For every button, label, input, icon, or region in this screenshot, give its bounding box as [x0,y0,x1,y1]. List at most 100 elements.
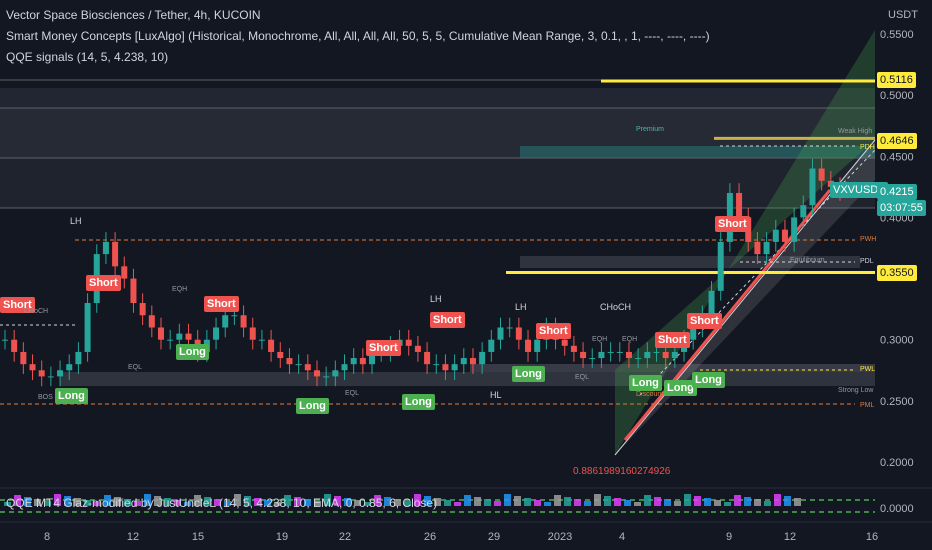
long-signal: Long [692,372,725,388]
lh-label: LH [70,216,82,226]
oscillator-legend[interactable]: QQE MT4 Glaz-modified by JustUncleL (14,… [6,496,437,510]
x-tick-label: 29 [488,531,500,543]
candle-body [295,364,302,366]
candle-body [460,358,467,365]
candle-body [497,327,504,340]
candle-body [635,358,642,360]
candle-body [818,168,825,181]
candle-body [249,327,256,340]
osc-histogram-bar [744,497,751,506]
candle-body [213,327,220,340]
candle-body [433,364,440,366]
osc-histogram-bar [724,502,731,506]
osc-histogram-bar [514,496,521,506]
candle-body [47,376,54,378]
osc-histogram-bar [734,495,741,506]
price-tag-high: 0.5116 [877,72,916,88]
candle-body [506,327,513,329]
candle-body [690,327,697,340]
osc-histogram-bar [454,502,461,506]
y-tick-label: 0.5500 [880,29,914,41]
smc-indicator-legend[interactable]: Smart Money Concepts [LuxAlgo] (Historic… [6,29,710,43]
osc-histogram-bar [534,500,541,506]
candle-body [515,327,522,340]
candle-body [84,303,91,352]
long-signal: Long [176,344,209,360]
price-chart[interactable]: 0.55000.50000.45000.40000.30000.25000.20… [0,0,932,550]
candle-body [57,370,64,377]
candle-body [11,339,18,352]
x-tick-label: 16 [866,531,878,543]
chart-title: Vector Space Biosciences / Tether, 4h, K… [6,8,261,22]
price-tag-mid: 0.4646 [877,133,917,149]
osc-histogram-bar [564,497,571,506]
osc-histogram-bar [584,501,591,506]
osc-histogram-bar [694,496,701,506]
candle-body [240,315,247,328]
osc-histogram-bar [614,498,621,506]
osc-histogram-bar [654,497,661,506]
candle-body [112,241,119,267]
candle-body [167,339,174,341]
short-signal: Short [430,312,465,328]
candle-body [561,339,568,346]
candle-body [525,339,532,352]
candle-body [598,351,605,359]
candle-body [488,339,495,352]
x-tick-label: 19 [276,531,288,543]
pwh-label: PWH [860,236,877,243]
pdh-label: PDH [860,144,875,151]
lh-label: LH [430,294,442,304]
pwl-label: PWL [860,366,876,373]
eql-label: EQL [128,364,143,371]
candle-body [222,315,229,328]
resistance-zone [0,158,875,208]
candle-body [258,339,265,341]
long-signal: Long [402,394,435,410]
candle-body [791,217,798,242]
candle-body [185,333,192,340]
osc-histogram-bar [574,499,581,506]
fib-value-label: 0.8861989160274926 [573,466,671,477]
osc-histogram-bar [554,495,561,506]
osc-histogram-bar [464,495,471,506]
candle-body [20,351,27,365]
candle-body [451,364,458,371]
short-signal: Short [536,323,571,339]
candle-body [442,364,449,371]
candle-body [809,168,816,206]
osc-histogram-bar [644,495,651,506]
eql-label: EQL [345,390,360,397]
choch-label: CHoCH [600,302,632,312]
candle-body [717,241,724,291]
short-signal: Short [204,296,239,312]
candle-body [38,370,45,377]
candle-body [304,364,311,371]
candle-body [231,315,238,317]
x-tick-label: 4 [619,531,625,543]
osc-histogram-bar [714,500,721,506]
candle-body [268,339,275,352]
osc-histogram-bar [604,496,611,506]
osc-histogram-bar [494,501,501,506]
bos-label: BOS [38,394,53,401]
candle-body [121,266,128,279]
qqe-indicator-legend[interactable]: QQE signals (14, 5, 4.238, 10) [6,50,168,64]
short-signal: Short [687,313,722,329]
candle-body [653,351,660,353]
discount-label: Discount [636,391,664,398]
hl-label: HL [490,390,502,400]
price-tag-low: 0.3550 [877,265,917,281]
candle-body [286,358,293,365]
currency-label: USDT [888,9,918,21]
candle-body [772,229,779,242]
osc-histogram-bar [624,500,631,506]
candle-body [479,351,486,365]
osc-histogram-bar [704,498,711,506]
osc-histogram-bar [444,500,451,506]
candle-body [176,333,183,340]
premium-zone [0,88,875,108]
x-tick-label: 8 [44,531,50,543]
premium-label: Premium [636,126,665,133]
osc-tick-label: 0.0000 [880,503,914,515]
